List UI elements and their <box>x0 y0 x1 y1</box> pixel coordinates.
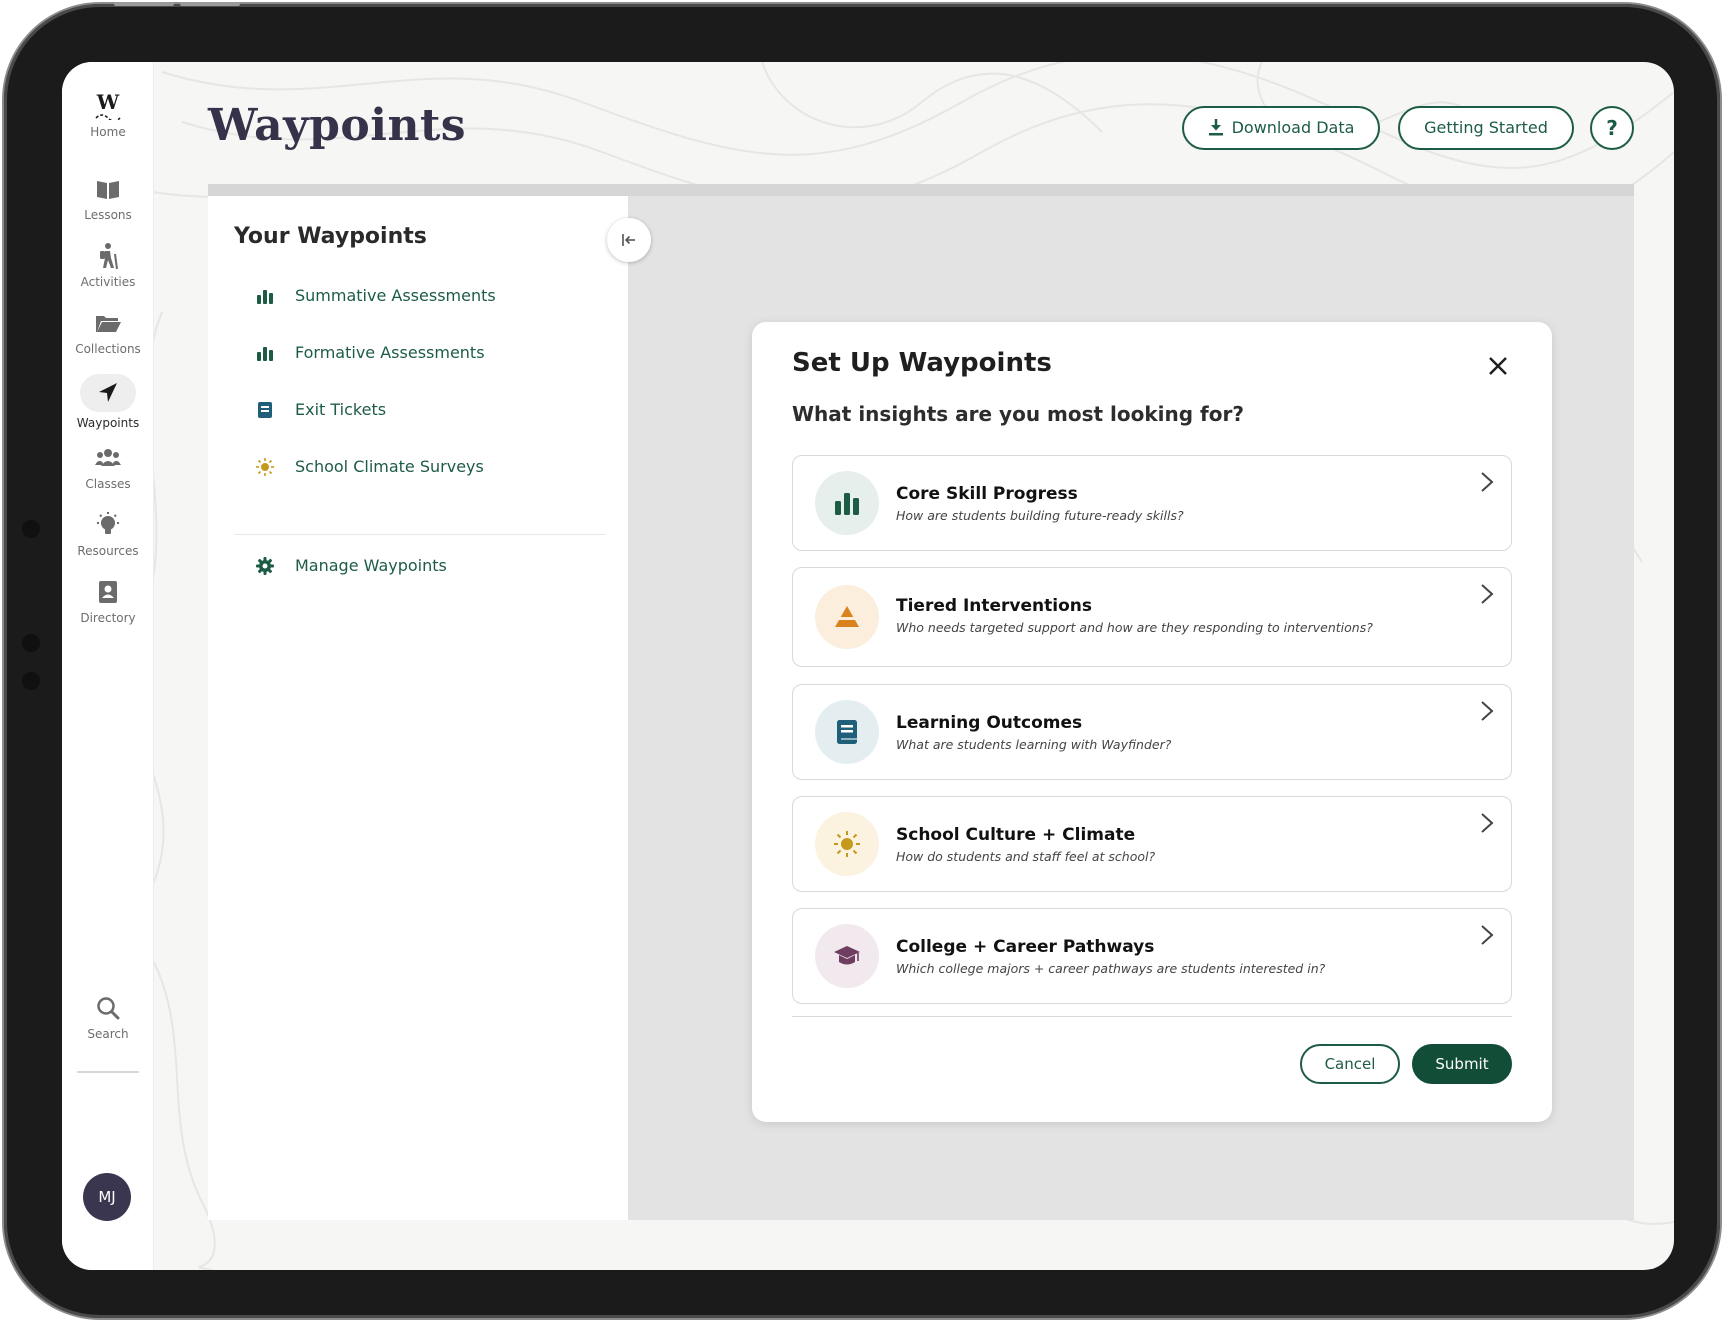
chevron-right-icon <box>1481 701 1494 721</box>
sensor-dot <box>22 520 40 538</box>
option-description: How are students building future-ready s… <box>896 508 1184 523</box>
getting-started-button[interactable]: Getting Started <box>1398 106 1574 150</box>
setup-waypoints-modal: Set Up Waypoints What insights are you m… <box>752 322 1552 1122</box>
svg-text:W: W <box>96 92 120 114</box>
lightbulb-icon <box>97 512 119 534</box>
nav-item-directory[interactable]: Directory <box>62 578 154 625</box>
option-icon-badge <box>815 924 879 988</box>
nav-label-lessons: Lessons <box>84 208 132 222</box>
notebook-icon <box>258 402 272 418</box>
close-icon[interactable] <box>1484 352 1512 380</box>
navigation-arrow-icon <box>99 383 117 402</box>
nav-item-search[interactable]: Search <box>62 994 154 1041</box>
option-title: Tiered Interventions <box>896 596 1092 616</box>
nav-item-collections[interactable]: Collections <box>62 309 154 356</box>
sun-icon <box>834 831 860 857</box>
nav-rail: W Home Lessons Activities Collections Wa… <box>62 62 154 1270</box>
notebook-icon <box>837 720 857 744</box>
nav-item-lessons[interactable]: Lessons <box>62 175 154 222</box>
option-school-culture-climate[interactable]: School Culture + Climate How do students… <box>792 796 1512 892</box>
nav-label-search: Search <box>87 1027 129 1041</box>
hardware-button <box>180 2 240 6</box>
address-book-icon <box>99 581 117 603</box>
panel-divider <box>234 534 606 535</box>
folder-icon <box>96 316 121 332</box>
waypoints-panel: Your Waypoints Summative Assessments For… <box>208 196 651 1220</box>
panel-title: Your Waypoints <box>234 224 427 249</box>
tablet-frame: W Home Lessons Activities Collections Wa… <box>4 2 1720 1318</box>
download-data-button[interactable]: Download Data <box>1182 106 1380 150</box>
option-title: College + Career Pathways <box>896 937 1155 957</box>
nav-divider <box>77 1071 139 1073</box>
modal-title: Set Up Waypoints <box>792 348 1052 378</box>
app-screen: W Home Lessons Activities Collections Wa… <box>62 62 1674 1270</box>
waypoint-link-label: School Climate Surveys <box>295 457 484 476</box>
search-icon <box>97 997 120 1020</box>
waypoint-link-label: Exit Tickets <box>295 400 387 419</box>
option-description: How do students and staff feel at school… <box>896 849 1156 864</box>
gear-icon <box>256 557 274 575</box>
waypoint-link-label: Summative Assessments <box>295 286 496 305</box>
option-college-career-pathways[interactable]: College + Career Pathways Which college … <box>792 908 1512 1004</box>
download-icon <box>1208 119 1223 136</box>
chevron-right-icon <box>1481 472 1494 492</box>
hiker-icon <box>100 243 118 270</box>
nav-label-home: Home <box>90 125 126 139</box>
nav-label-classes: Classes <box>85 477 131 491</box>
chevron-right-icon <box>1481 813 1494 833</box>
book-icon <box>97 181 119 199</box>
option-title: Core Skill Progress <box>896 484 1078 504</box>
nav-item-home[interactable]: W Home <box>62 92 154 139</box>
option-learning-outcomes[interactable]: Learning Outcomes What are students lear… <box>792 684 1512 780</box>
option-icon-badge <box>815 585 879 649</box>
nav-label-collections: Collections <box>75 342 141 356</box>
option-title: School Culture + Climate <box>896 825 1136 845</box>
modal-divider <box>792 1016 1512 1017</box>
bar-chart-icon <box>257 347 273 361</box>
download-data-label: Download Data <box>1231 118 1355 137</box>
nav-label-waypoints: Waypoints <box>76 416 140 430</box>
collapse-panel-button[interactable] <box>607 218 651 262</box>
submit-button[interactable]: Submit <box>1412 1044 1512 1084</box>
nav-label-directory: Directory <box>80 611 136 625</box>
user-avatar[interactable]: MJ <box>83 1173 131 1221</box>
nav-item-classes[interactable]: Classes <box>62 444 154 491</box>
bar-chart-icon <box>835 493 859 515</box>
option-icon-badge <box>815 471 879 535</box>
sensor-dot <box>22 634 40 652</box>
page-title: Waypoints <box>208 100 467 151</box>
option-core-skill-progress[interactable]: Core Skill Progress How are students bui… <box>792 455 1512 551</box>
manage-waypoints-label: Manage Waypoints <box>295 556 447 575</box>
collapse-left-icon <box>622 234 635 246</box>
users-icon <box>95 449 121 466</box>
option-title: Learning Outcomes <box>896 713 1083 733</box>
nav-label-resources: Resources <box>77 544 139 558</box>
pyramid-icon <box>835 606 859 627</box>
option-tiered-interventions[interactable]: Tiered Interventions Who needs targeted … <box>792 567 1512 667</box>
option-description: Who needs targeted support and how are t… <box>896 620 1373 635</box>
modal-subtitle: What insights are you most looking for? <box>792 402 1244 426</box>
chevron-right-icon <box>1481 584 1494 604</box>
sensor-dot <box>22 672 40 690</box>
sun-icon <box>256 458 274 476</box>
cancel-button[interactable]: Cancel <box>1300 1044 1400 1084</box>
hardware-button <box>114 2 174 6</box>
chevron-right-icon <box>1481 925 1494 945</box>
nav-item-waypoints[interactable]: Waypoints <box>62 374 154 430</box>
option-icon-badge <box>815 700 879 764</box>
nav-label-activities: Activities <box>80 275 136 289</box>
waypoint-link-label: Formative Assessments <box>295 343 485 362</box>
bar-chart-icon <box>257 290 273 304</box>
nav-item-activities[interactable]: Activities <box>62 242 154 289</box>
option-description: What are students learning with Wayfinde… <box>896 737 1172 752</box>
option-icon-badge <box>815 812 879 876</box>
option-description: Which college majors + career pathways a… <box>896 961 1326 976</box>
active-indicator <box>80 374 136 412</box>
wayfinder-logo-icon: W <box>95 92 121 120</box>
graduation-cap-icon <box>834 946 860 965</box>
help-button[interactable]: ? <box>1590 106 1634 150</box>
nav-item-resources[interactable]: Resources <box>62 511 154 558</box>
